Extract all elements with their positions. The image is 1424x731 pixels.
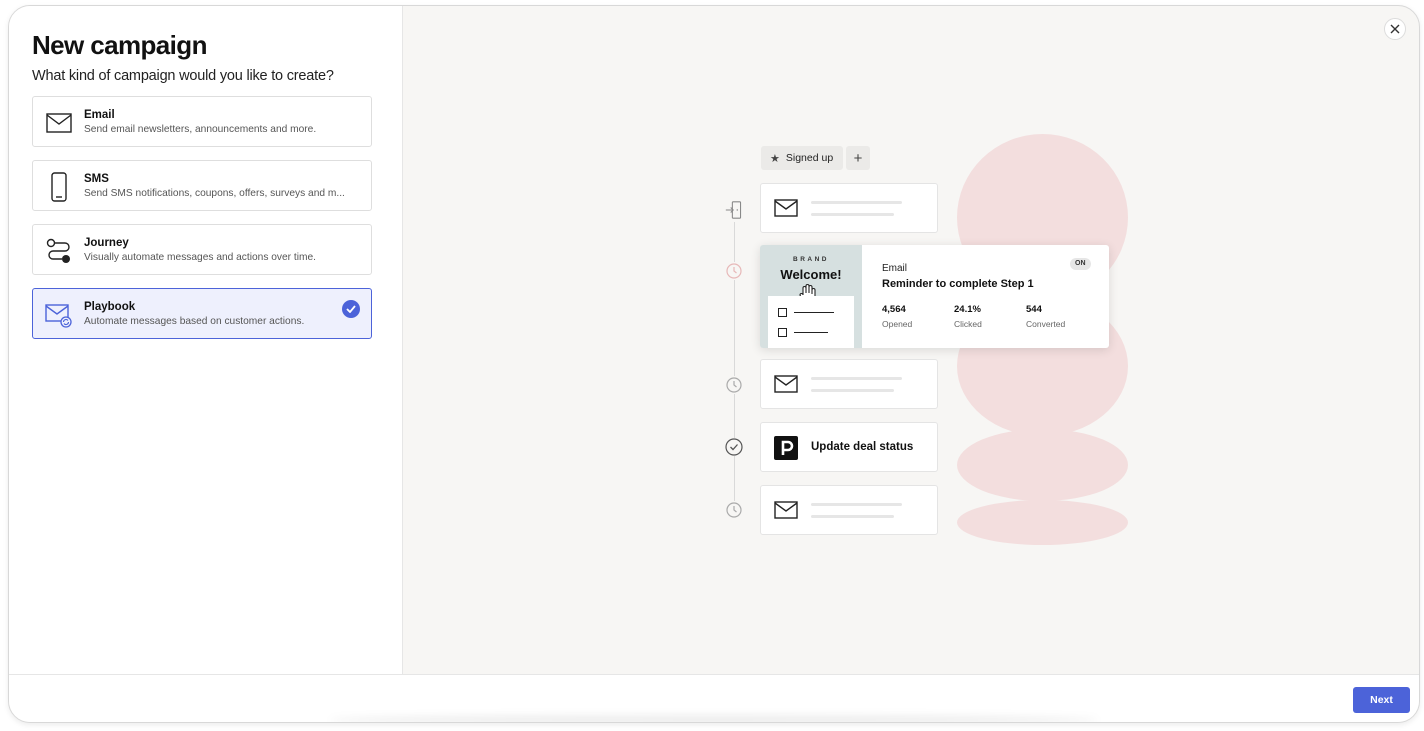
add-step-button: + bbox=[846, 146, 870, 170]
envelope-icon bbox=[774, 501, 798, 524]
checkbox-icon bbox=[778, 328, 787, 337]
stat-opened-label: Opened bbox=[882, 319, 913, 329]
welcome-heading: Welcome! bbox=[780, 267, 842, 282]
plus-icon: + bbox=[853, 149, 863, 167]
option-title: Playbook bbox=[84, 301, 136, 313]
footer-shadow bbox=[329, 715, 1099, 722]
step-type-label: Email bbox=[882, 263, 908, 274]
journey-icon bbox=[45, 237, 73, 265]
check-circle-icon bbox=[725, 438, 743, 456]
stat-converted-value: 544 bbox=[1026, 304, 1042, 315]
envelope-icon bbox=[45, 109, 73, 137]
stat-converted-label: Converted bbox=[1026, 319, 1066, 329]
email-preview-thumbnail: BRAND Welcome! bbox=[760, 245, 862, 348]
stat-clicked-label: Clicked bbox=[954, 319, 982, 329]
stat-opened-value: 4,564 bbox=[882, 304, 906, 315]
placeholder-line bbox=[811, 389, 894, 392]
close-button[interactable] bbox=[1384, 18, 1406, 40]
checkmark-icon bbox=[342, 300, 360, 318]
email-step-card bbox=[760, 359, 938, 409]
option-title: SMS bbox=[84, 173, 109, 185]
option-description: Send email newsletters, announcements an… bbox=[84, 124, 317, 135]
step-name: Reminder to complete Step 1 bbox=[882, 278, 1034, 290]
brand-label: BRAND bbox=[793, 256, 829, 263]
option-playbook[interactable]: Playbook Automate messages based on cust… bbox=[32, 288, 372, 339]
placeholder-line bbox=[794, 332, 828, 334]
deal-step-card: Update deal status bbox=[760, 422, 938, 472]
clock-icon bbox=[725, 376, 743, 394]
placeholder-line bbox=[811, 377, 902, 380]
entry-door-icon bbox=[725, 198, 743, 222]
option-description: Automate messages based on customer acti… bbox=[84, 316, 305, 327]
phone-icon bbox=[45, 172, 73, 202]
status-badge: ON bbox=[1070, 258, 1091, 270]
option-title: Email bbox=[84, 109, 115, 121]
email-step-card bbox=[760, 485, 938, 535]
next-button[interactable]: Next bbox=[1353, 687, 1410, 713]
placeholder-line bbox=[811, 213, 894, 216]
clock-icon bbox=[725, 262, 743, 280]
decorative-ellipse bbox=[957, 429, 1128, 501]
option-description: Send SMS notifications, coupons, offers,… bbox=[84, 188, 345, 199]
placeholder-line bbox=[811, 515, 894, 518]
campaign-modal: New campaign What kind of campaign would… bbox=[8, 5, 1420, 723]
campaign-type-panel: New campaign What kind of campaign would… bbox=[9, 6, 403, 674]
page-title: New campaign bbox=[32, 30, 207, 60]
page-subtitle: What kind of campaign would you like to … bbox=[32, 68, 334, 84]
email-preview-body bbox=[768, 296, 854, 348]
option-title: Journey bbox=[84, 237, 129, 249]
star-icon: ★ bbox=[770, 152, 780, 165]
clock-icon bbox=[725, 501, 743, 519]
stat-clicked-value: 24.1% bbox=[954, 304, 981, 315]
playbook-icon bbox=[45, 301, 73, 329]
placeholder-line bbox=[811, 503, 902, 506]
placeholder-line bbox=[811, 201, 902, 204]
placeholder-line bbox=[794, 312, 834, 314]
email-detail-card: BRAND Welcome! Email Reminder to complet… bbox=[760, 245, 1109, 348]
deal-step-label: Update deal status bbox=[811, 441, 914, 453]
option-description: Visually automate messages and actions o… bbox=[84, 252, 316, 263]
trigger-chip: ★ Signed up bbox=[761, 146, 843, 170]
email-step-card bbox=[760, 183, 938, 233]
decorative-ellipse bbox=[957, 500, 1128, 545]
envelope-icon bbox=[774, 199, 798, 222]
option-journey[interactable]: Journey Visually automate messages and a… bbox=[32, 224, 372, 275]
option-sms[interactable]: SMS Send SMS notifications, coupons, off… bbox=[32, 160, 372, 211]
envelope-icon bbox=[774, 375, 798, 398]
trigger-label: Signed up bbox=[785, 152, 834, 164]
timeline-line bbox=[734, 213, 735, 516]
option-email[interactable]: Email Send email newsletters, announceme… bbox=[32, 96, 372, 147]
close-icon bbox=[1390, 22, 1400, 37]
checkbox-icon bbox=[778, 308, 787, 317]
pipedrive-logo-icon bbox=[774, 436, 798, 460]
modal-footer: Next bbox=[9, 674, 1419, 722]
